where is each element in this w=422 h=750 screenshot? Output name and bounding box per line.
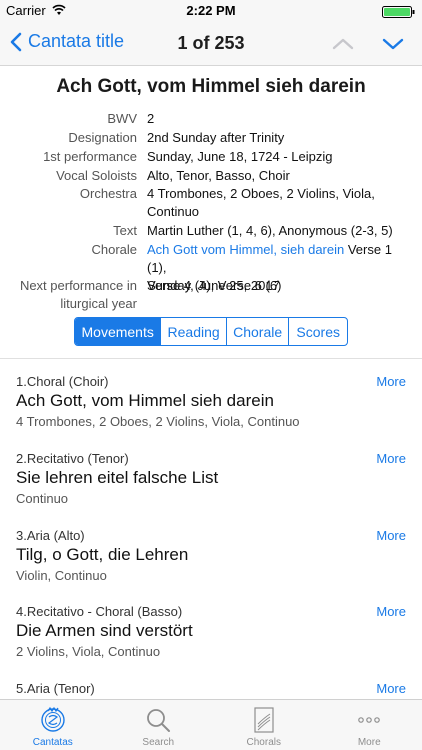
tab-label-cantatas: Cantatas <box>32 737 73 748</box>
search-icon <box>147 709 171 732</box>
status-time: 2:22 PM <box>186 3 236 18</box>
more-dots-icon <box>358 717 381 723</box>
movement-item[interactable]: 1.Choral (Choir) More Ach Gott, vom Himm… <box>0 374 422 450</box>
movement-orchestra: 2 Violins, Viola, Continuo <box>16 644 161 659</box>
movement-type: 2.Recitativo (Tenor) <box>16 451 129 466</box>
more-link[interactable]: More <box>376 528 406 543</box>
segmented-control: Movements Reading Chorale Scores <box>74 317 348 346</box>
vocal-soloists-value: Alto, Tenor, Basso, Choir <box>147 168 290 183</box>
movement-title: Die Armen sind verstört <box>16 621 193 640</box>
first-performance-value: Sunday, June 18, 1724 - Leipzig <box>147 149 333 164</box>
next-performance-value: Sunday, June 25, 2017 <box>147 278 280 293</box>
chevron-up-icon[interactable] <box>330 32 356 56</box>
segment-chorale[interactable]: Chorale <box>227 318 290 345</box>
bach-seal-icon <box>41 706 65 732</box>
orchestra-line-1: 4 Trombones, 2 Oboes, 2 Violins, Viola, <box>147 186 375 201</box>
movement-title: Tilg, o Gott, die Lehren <box>16 545 189 564</box>
chorale-link[interactable]: Ach Gott vom Himmel, sieh darein <box>147 242 344 257</box>
bwv-value: 2 <box>147 111 155 126</box>
tab-more[interactable]: More <box>317 700 422 750</box>
movement-title: Sie lehren eitel falsche List <box>16 468 219 487</box>
segment-reading[interactable]: Reading <box>161 318 227 345</box>
bwv-label: BWV <box>107 111 137 126</box>
movement-orchestra: Continuo <box>16 491 69 506</box>
chorale-label: Chorale <box>91 242 137 257</box>
next-performance-label-line-1: Next performance in <box>19 278 137 293</box>
nav-title: 1 of 253 <box>177 33 245 53</box>
cantata-title: Ach Gott, vom Himmel sieh darein <box>56 76 366 97</box>
segment-movements[interactable]: Movements <box>75 318 162 345</box>
designation-label: Designation <box>68 130 137 145</box>
movement-type: 4.Recitativo - Choral (Basso) <box>16 604 183 619</box>
tab-label-chorals: Chorals <box>246 737 281 748</box>
movement-type: 3.Aria (Alto) <box>16 528 85 543</box>
tab-label-more: More <box>357 737 381 748</box>
tab-chorals[interactable]: Chorals <box>211 700 317 750</box>
movement-item[interactable]: 2.Recitativo (Tenor) More Sie lehren eit… <box>0 451 422 527</box>
tab-bar: Cantatas Search Chorals More <box>0 699 422 750</box>
chorals-score-icon <box>254 707 274 733</box>
movement-item[interactable]: 3.Aria (Alto) More Tilg, o Gott, die Leh… <box>0 528 422 604</box>
first-performance-label: 1st performance <box>43 149 137 164</box>
orchestra-value: 4 Trombones, 2 Oboes, 2 Violins, Viola, … <box>147 185 412 221</box>
movement-orchestra: 4 Trombones, 2 Oboes, 2 Violins, Viola, … <box>16 414 300 429</box>
movement-orchestra: Violin, Continuo <box>16 568 107 583</box>
tab-label-search: Search <box>142 737 175 748</box>
movement-type: 1.Choral (Choir) <box>16 374 109 389</box>
movement-title: Ach Gott, vom Himmel sieh darein <box>16 391 274 410</box>
section-divider <box>0 358 422 359</box>
designation-value: 2nd Sunday after Trinity <box>147 130 285 145</box>
orchestra-label: Orchestra <box>79 186 137 201</box>
movement-item[interactable]: 5.Aria (Tenor) More <box>0 681 422 699</box>
segment-scores[interactable]: Scores <box>289 318 347 345</box>
more-link[interactable]: More <box>376 604 406 619</box>
battery-icon <box>382 6 415 18</box>
more-link[interactable]: More <box>376 451 406 466</box>
chevron-down-icon[interactable] <box>380 32 406 56</box>
movement-item[interactable]: 4.Recitativo - Choral (Basso) More Die A… <box>0 604 422 680</box>
vocal-soloists-label: Vocal Soloists <box>56 168 137 183</box>
next-performance-label-line-2: liturgical year <box>60 296 137 311</box>
next-performance-label: Next performance in liturgical year <box>2 277 137 313</box>
navigation-bar: Cantata title 1 of 253 <box>0 22 422 66</box>
more-link[interactable]: More <box>376 374 406 389</box>
more-link[interactable]: More <box>376 681 406 696</box>
tab-search[interactable]: Search <box>106 700 212 750</box>
tab-cantatas[interactable]: Cantatas <box>0 700 106 750</box>
status-bar: Carrier 2:22 PM <box>0 0 422 22</box>
orchestra-line-2: Continuo <box>147 204 200 219</box>
text-label: Text <box>113 223 137 238</box>
movement-type: 5.Aria (Tenor) <box>16 681 95 696</box>
text-value: Martin Luther (1, 4, 6), Anonymous (2-3,… <box>147 223 393 238</box>
